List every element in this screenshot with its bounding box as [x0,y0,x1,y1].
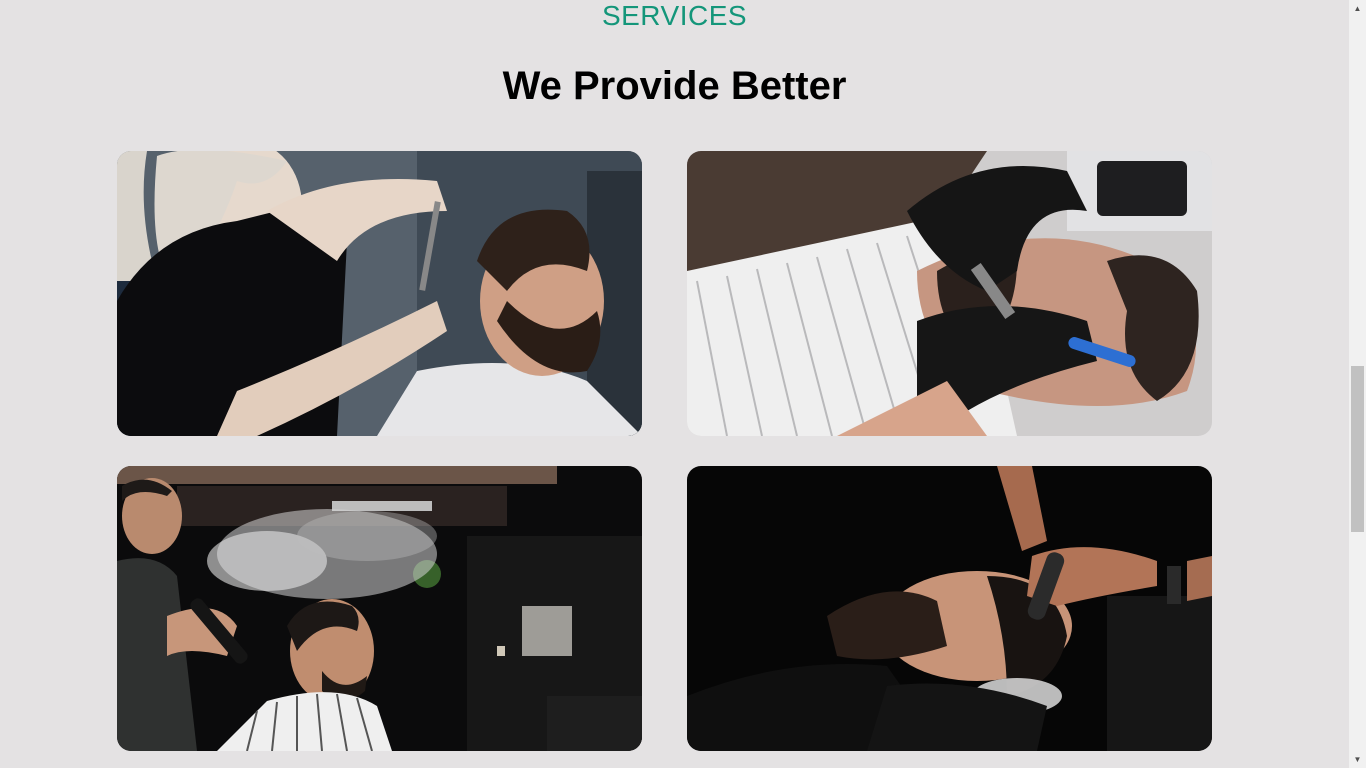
service-image-haircut [117,151,642,436]
section-eyebrow: SERVICES [601,0,748,31]
service-image-beard-shave [687,151,1212,436]
service-image-hair-spray [117,466,642,751]
section-heading: We Provide Better [502,64,847,108]
page-scrollbar[interactable]: ▲ ▼ [1349,0,1366,768]
scroll-down-arrow-icon[interactable]: ▼ [1349,751,1366,768]
scroll-up-arrow-icon[interactable]: ▲ [1349,0,1366,17]
service-image-hair-wash [687,466,1212,751]
scrollbar-thumb[interactable] [1351,366,1364,532]
services-section: SERVICES We Provide Better [0,0,1349,768]
